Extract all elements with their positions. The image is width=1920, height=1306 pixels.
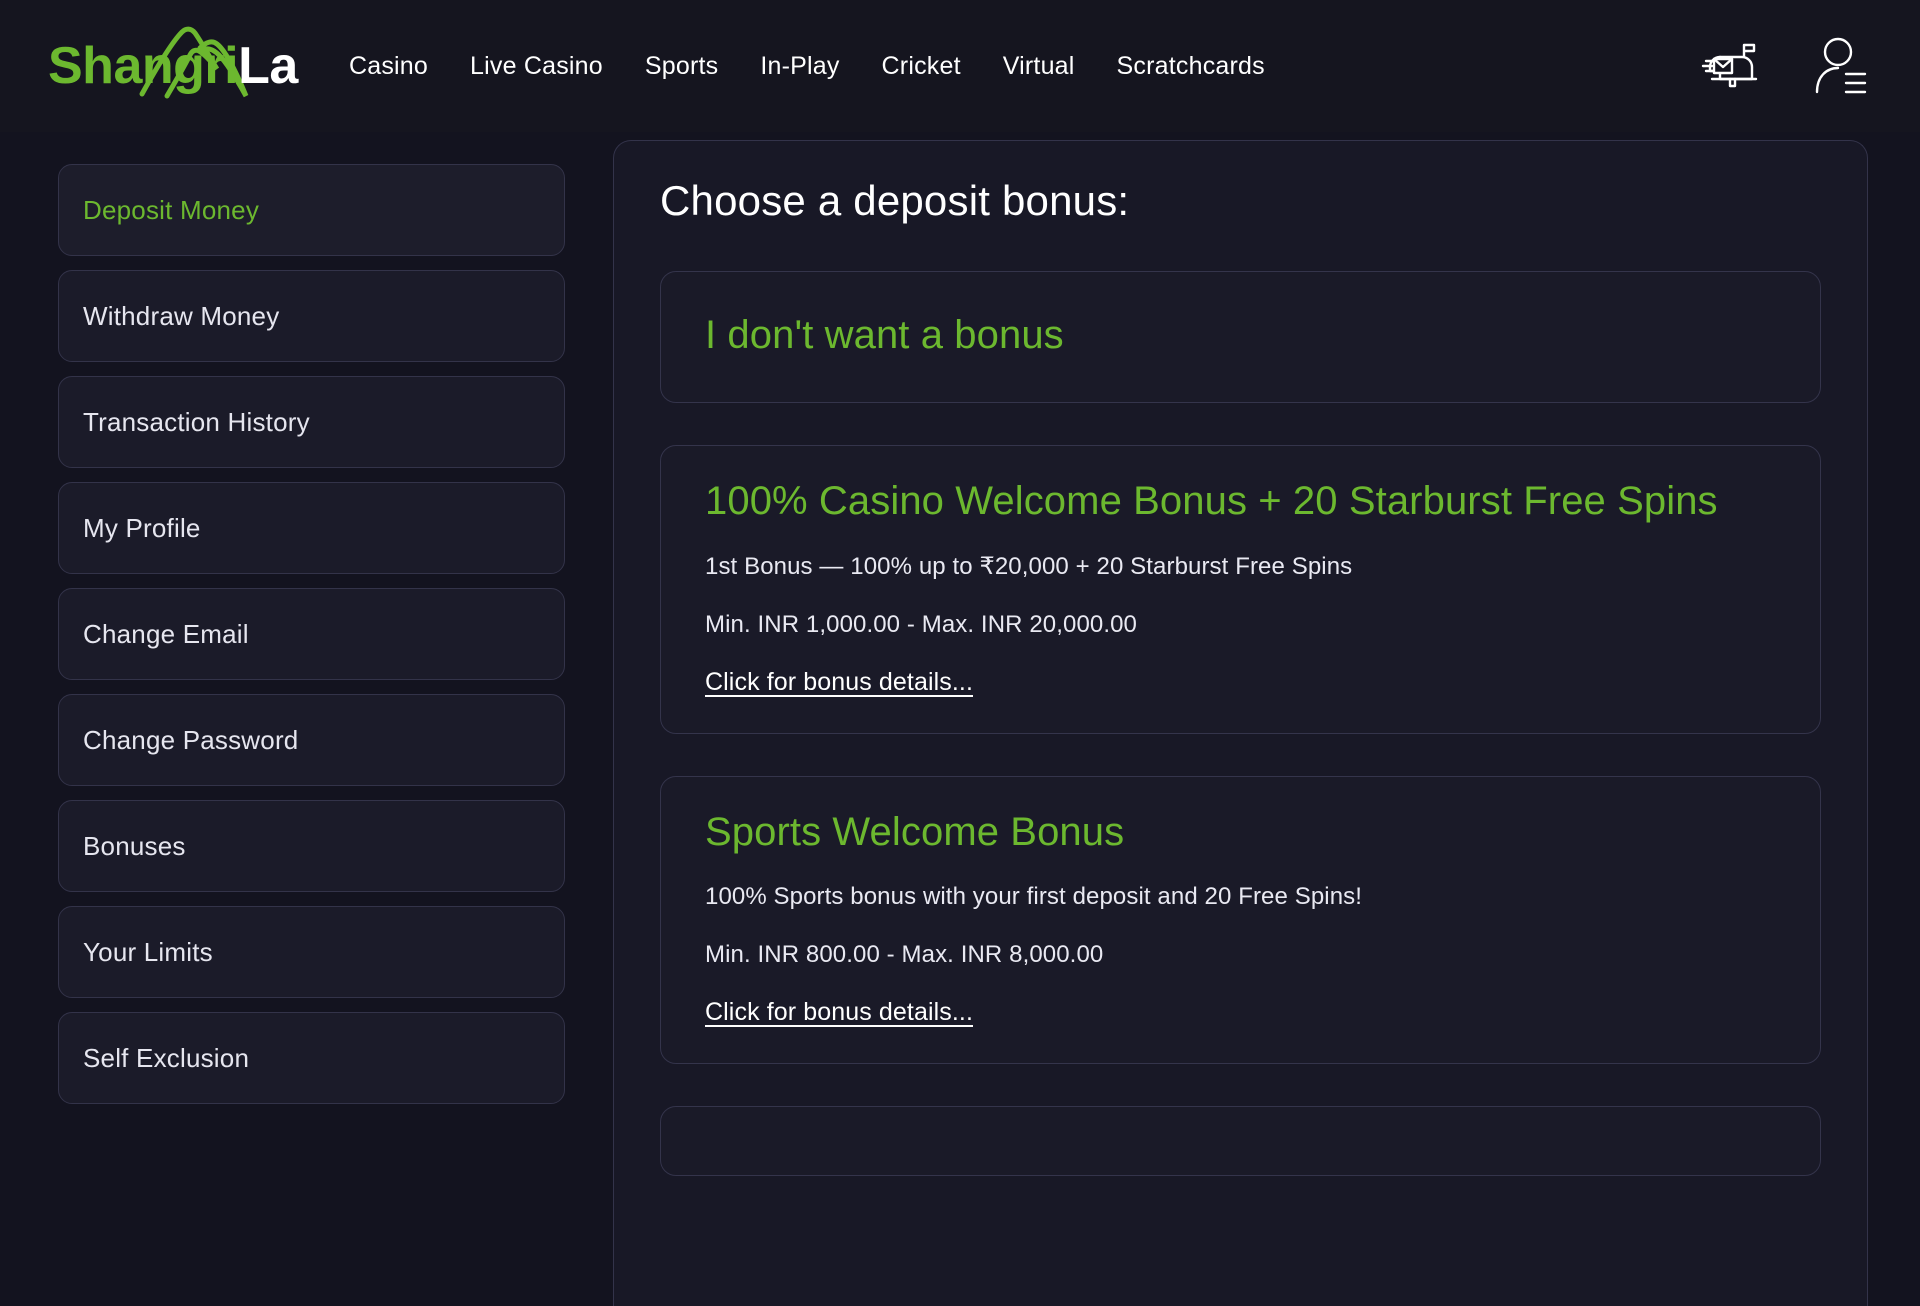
bonus-title: I don't want a bonus — [705, 313, 1064, 357]
bonus-limits: Min. INR 800.00 - Max. INR 8,000.00 — [705, 941, 1104, 969]
sidebar-item-label: Self Exclusion — [83, 1042, 250, 1073]
bonus-details-link[interactable]: Click for bonus details... — [705, 668, 973, 697]
brand-logo-text-secondary: La — [238, 37, 298, 95]
nav-item-virtual[interactable]: Virtual — [1003, 52, 1075, 81]
sidebar-item-deposit-money[interactable]: Deposit Money — [58, 164, 565, 256]
bonus-title: Sports Welcome Bonus — [705, 809, 1125, 854]
bonus-description: 100% Sports bonus with your first deposi… — [705, 882, 1363, 910]
sidebar-item-label: Withdraw Money — [83, 300, 280, 331]
sidebar-item-label: Transaction History — [83, 406, 310, 437]
sidebar-item-label: Your Limits — [83, 936, 213, 967]
bonus-title: 100% Casino Welcome Bonus + 20 Starburst… — [705, 479, 1718, 524]
page-title: Choose a deposit bonus: — [660, 177, 1130, 224]
user-account-menu-icon[interactable] — [1812, 35, 1868, 97]
page-body: Deposit Money Withdraw Money Transaction… — [0, 132, 1920, 1306]
bonus-option-next[interactable] — [660, 1105, 1821, 1176]
nav-item-scratchcards[interactable]: Scratchcards — [1117, 52, 1265, 81]
sidebar-item-your-limits[interactable]: Your Limits — [58, 906, 565, 998]
sidebar-item-withdraw-money[interactable]: Withdraw Money — [58, 270, 565, 362]
header-actions — [1700, 35, 1868, 97]
bonus-option-no-bonus[interactable]: I don't want a bonus — [660, 271, 1821, 404]
sidebar-item-change-email[interactable]: Change Email — [58, 588, 565, 680]
brand-logo-text-primary: Shangri — [48, 37, 239, 95]
sidebar-item-self-exclusion[interactable]: Self Exclusion — [58, 1012, 565, 1104]
site-header: ShangriLa Casino Live Casino Sports In-P… — [0, 0, 1920, 132]
nav-item-in-play[interactable]: In-Play — [760, 52, 839, 81]
brand-logo[interactable]: ShangriLa — [24, 18, 319, 114]
sidebar-item-label: Change Password — [83, 724, 299, 755]
bonus-description: 1st Bonus — 100% up to ₹20,000 + 20 Star… — [705, 552, 1353, 580]
sidebar-item-bonuses[interactable]: Bonuses — [58, 800, 565, 892]
nav-item-cricket[interactable]: Cricket — [882, 52, 961, 81]
bonus-option-sports-welcome[interactable]: Sports Welcome Bonus 100% Sports bonus w… — [660, 775, 1821, 1064]
sidebar-item-label: Bonuses — [83, 830, 186, 861]
brand-logo-text: ShangriLa — [48, 36, 298, 96]
sidebar-item-label: My Profile — [83, 512, 201, 543]
sidebar-item-label: Change Email — [83, 618, 249, 649]
deposit-bonus-panel: Choose a deposit bonus: I don't want a b… — [613, 140, 1868, 1306]
sidebar-item-label: Deposit Money — [83, 194, 260, 225]
bonus-details-link[interactable]: Click for bonus details... — [705, 998, 973, 1027]
sidebar-item-change-password[interactable]: Change Password — [58, 694, 565, 786]
account-sidebar: Deposit Money Withdraw Money Transaction… — [0, 140, 595, 1306]
bonus-option-casino-welcome[interactable]: 100% Casino Welcome Bonus + 20 Starburst… — [660, 445, 1821, 734]
sidebar-item-my-profile[interactable]: My Profile — [58, 482, 565, 574]
bonus-limits: Min. INR 1,000.00 - Max. INR 20,000.00 — [705, 611, 1138, 639]
nav-item-casino[interactable]: Casino — [349, 52, 428, 81]
mailbox-icon[interactable] — [1700, 41, 1762, 91]
primary-navigation: Casino Live Casino Sports In-Play Cricke… — [349, 52, 1265, 81]
nav-item-sports[interactable]: Sports — [645, 52, 718, 81]
nav-item-live-casino[interactable]: Live Casino — [470, 52, 603, 81]
sidebar-item-transaction-history[interactable]: Transaction History — [58, 376, 565, 468]
